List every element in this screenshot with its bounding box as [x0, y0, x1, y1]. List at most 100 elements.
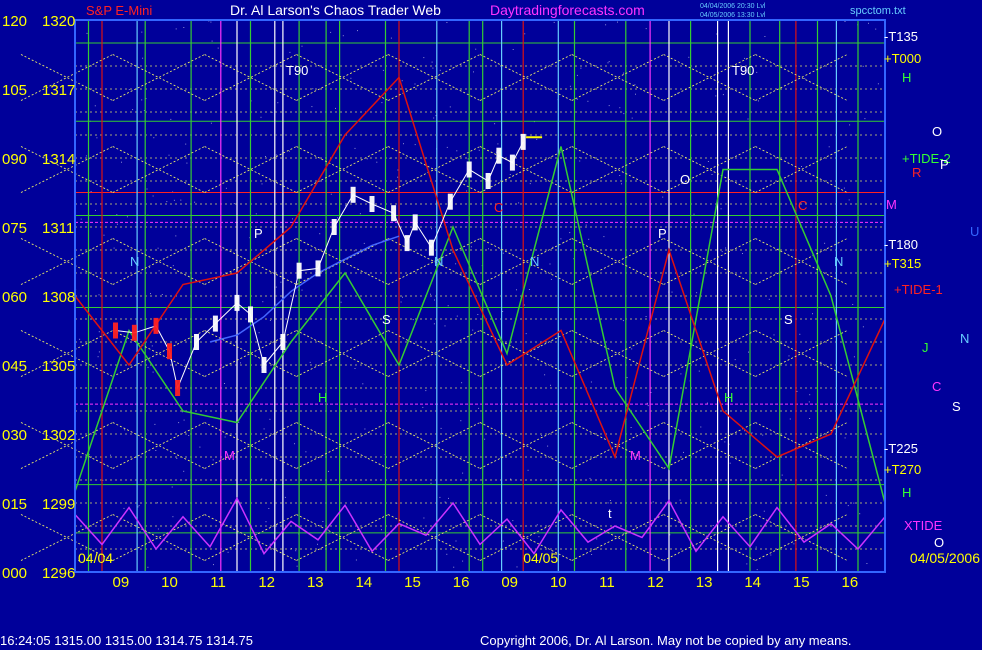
- star: [400, 301, 402, 303]
- star: [132, 109, 134, 111]
- y-price-tick-label: 1305: [42, 358, 75, 375]
- right-label: -T135: [884, 29, 918, 44]
- star: [121, 161, 122, 163]
- star: [591, 554, 593, 555]
- star: [85, 155, 87, 157]
- star: [284, 496, 286, 498]
- star: [852, 304, 854, 305]
- star: [268, 508, 270, 509]
- price-bar: [466, 161, 472, 178]
- star: [86, 32, 88, 34]
- star: [312, 88, 314, 90]
- star: [116, 223, 118, 225]
- star: [414, 144, 416, 146]
- star: [792, 249, 794, 251]
- star: [756, 569, 758, 571]
- star: [605, 24, 607, 26]
- star: [848, 199, 850, 201]
- x-tick-label: 10: [161, 574, 178, 591]
- right-label: -T180: [884, 237, 918, 252]
- star: [141, 31, 143, 33]
- star: [585, 224, 587, 226]
- star: [647, 405, 649, 407]
- marker-label: H: [724, 390, 733, 405]
- star: [309, 361, 311, 363]
- star: [475, 48, 477, 50]
- star: [756, 71, 758, 73]
- star: [260, 116, 262, 118]
- quote-readout: 16:24:05 1315.00 1315.00 1314.75 1314.75: [0, 633, 253, 648]
- star: [502, 252, 504, 254]
- star: [510, 478, 512, 480]
- star: [645, 28, 647, 30]
- star: [524, 33, 526, 35]
- star: [478, 407, 480, 409]
- chart-title: Dr. Al Larson's Chaos Trader Web: [230, 2, 441, 18]
- star: [706, 402, 708, 404]
- star: [439, 496, 441, 498]
- star: [569, 232, 571, 234]
- star: [425, 390, 427, 392]
- y-angle-tick-label: 075: [2, 220, 27, 237]
- star: [862, 65, 864, 67]
- star: [292, 218, 293, 220]
- star: [327, 529, 329, 531]
- star: [603, 236, 605, 238]
- star: [679, 499, 681, 501]
- star: [549, 263, 551, 265]
- x-tick-label: 14: [356, 574, 373, 591]
- star: [512, 49, 514, 50]
- right-label: H: [902, 70, 911, 85]
- star: [195, 112, 197, 114]
- right-label: O: [932, 124, 942, 139]
- star: [433, 323, 435, 325]
- right-label: J: [922, 340, 929, 355]
- y-angle-tick-label: 030: [2, 427, 27, 444]
- star: [210, 122, 212, 124]
- star: [446, 22, 448, 23]
- star: [456, 315, 458, 317]
- star: [138, 352, 140, 354]
- star: [662, 409, 664, 411]
- star: [288, 150, 290, 152]
- star: [301, 45, 303, 47]
- star: [536, 138, 538, 140]
- price-bar: [296, 262, 302, 279]
- star: [340, 301, 342, 303]
- star: [626, 377, 628, 379]
- star: [224, 383, 225, 384]
- star: [294, 443, 295, 445]
- y-price-tick-label: 1314: [42, 151, 75, 168]
- star: [355, 559, 357, 561]
- star: [170, 118, 172, 120]
- star: [550, 278, 552, 280]
- star: [470, 246, 472, 248]
- star: [473, 71, 474, 73]
- star: [747, 118, 749, 120]
- price-bar: [350, 186, 356, 203]
- star: [484, 438, 486, 440]
- star: [444, 501, 446, 503]
- star: [180, 199, 182, 201]
- star: [423, 517, 425, 519]
- timestamp-2: 04/05/2006 13:30 Lvl: [700, 12, 766, 19]
- star: [80, 218, 82, 220]
- star: [843, 187, 845, 189]
- star: [403, 143, 404, 145]
- marker-label: T90: [732, 63, 754, 78]
- star: [751, 432, 753, 434]
- star: [269, 320, 271, 321]
- price-bar: [485, 173, 491, 189]
- star: [711, 174, 713, 175]
- price-bar: [194, 334, 199, 350]
- star: [607, 62, 609, 64]
- star: [238, 421, 240, 423]
- star: [289, 51, 291, 53]
- y-price-tick-label: 1299: [42, 496, 75, 513]
- star: [446, 553, 448, 555]
- star: [123, 507, 125, 509]
- star: [322, 521, 324, 522]
- star: [138, 505, 140, 507]
- star: [337, 217, 339, 219]
- star: [825, 494, 827, 496]
